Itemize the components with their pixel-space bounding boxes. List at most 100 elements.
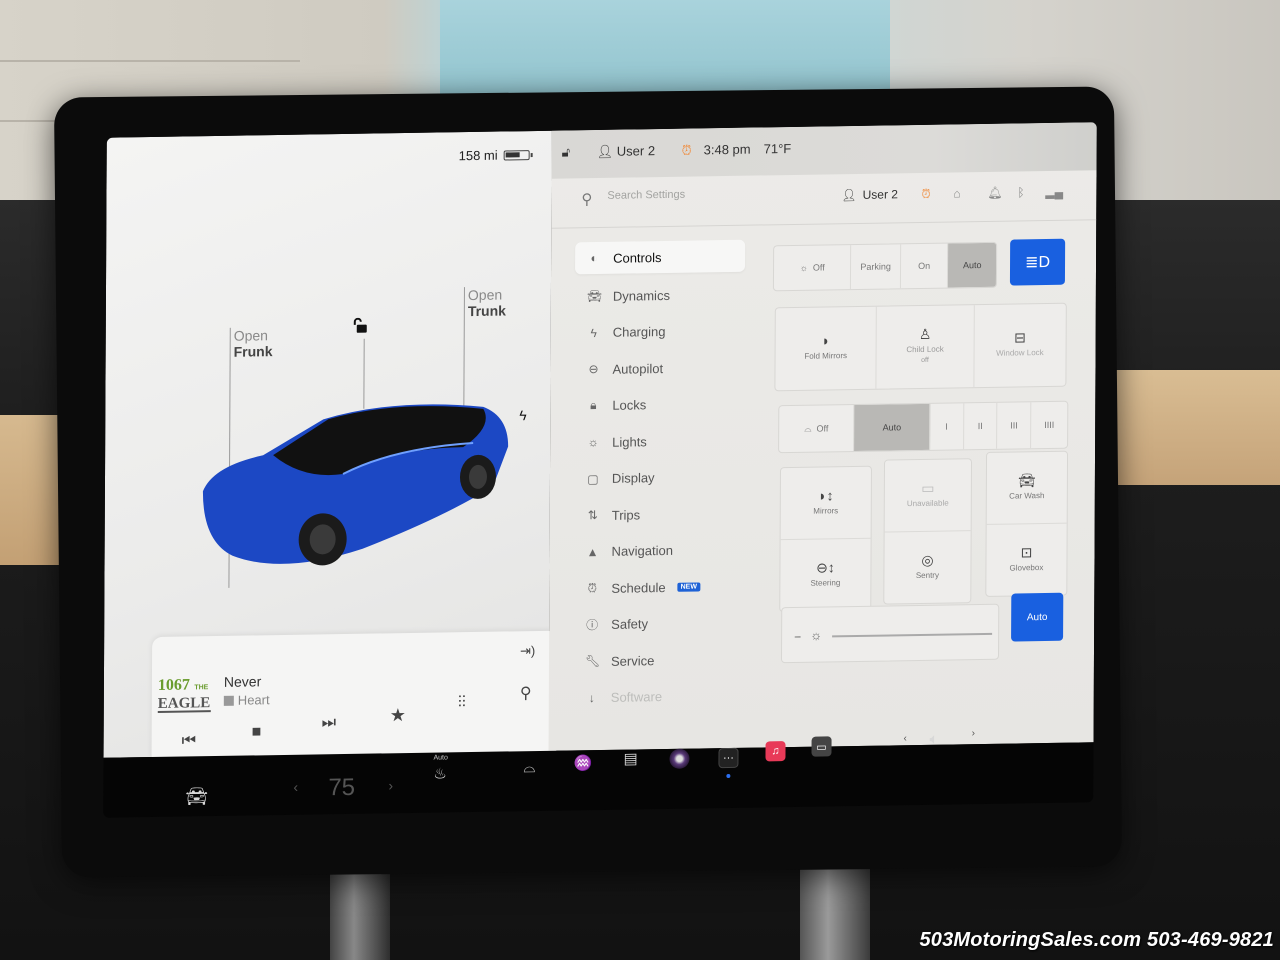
nav-item-schedule[interactable]: ⏰︎ Schedule NEW xyxy=(573,568,743,607)
nav-item-autopilot[interactable]: ⊖ Autopilot xyxy=(574,349,744,388)
car-wash-button[interactable]: 🚘︎ Car Wash xyxy=(986,451,1068,525)
volume-speaker-icon[interactable]: 🔈︎ xyxy=(930,731,939,748)
audio-source-icon[interactable]: ⇥) xyxy=(520,643,535,659)
clock-time: 3:48 pm xyxy=(703,141,751,158)
wipers-speed-3-option[interactable]: III xyxy=(997,402,1032,449)
nav-item-charging[interactable]: ϟ Charging xyxy=(575,312,745,351)
nav-item-safety[interactable]: ⓘ Safety xyxy=(573,604,743,643)
artist-name: Heart xyxy=(237,692,270,708)
alert-circle-icon: ⓘ xyxy=(586,618,599,633)
rear-defrost-icon[interactable]: ▤ xyxy=(623,749,637,767)
headlights-off-option[interactable]: ☼ Off xyxy=(773,245,852,291)
alarm-shield-icon[interactable]: ⏰︎ xyxy=(921,187,930,202)
nav-item-locks[interactable]: 🔒︎ Locks xyxy=(574,385,744,424)
equalizer-button[interactable]: ⫶⫶ xyxy=(458,694,466,712)
previous-track-button[interactable]: ⏮ xyxy=(182,732,196,750)
charge-port-bolt-icon[interactable]: ϟ xyxy=(519,407,527,423)
nav-item-controls[interactable]: ◐ Controls xyxy=(575,239,746,275)
seat-heater-icon[interactable]: ♨ xyxy=(433,764,447,782)
nav-item-navigation[interactable]: ▲ Navigation xyxy=(573,531,743,570)
brightness-sun-icon: ☼ xyxy=(810,627,823,643)
wipers-speed-2-option[interactable]: II xyxy=(963,402,998,450)
notification-bell-icon[interactable]: 🔔︎ xyxy=(987,186,1002,200)
mirrors-adjust-button[interactable]: ◗↕ Mirrors xyxy=(780,466,871,541)
profile-top[interactable]: 👤︎ User 2 xyxy=(597,143,656,160)
wiper-icon: ⌓ xyxy=(804,423,812,434)
adjust-column: ◗↕ Mirrors ⊖↕ Steering xyxy=(779,465,872,613)
favorite-star-button[interactable]: ★ xyxy=(390,705,406,726)
headlights-on-option[interactable]: On xyxy=(900,243,949,289)
bluetooth-icon[interactable]: ᛒ xyxy=(1017,185,1024,199)
nav-item-software[interactable]: ↓ Software xyxy=(573,677,743,716)
cabin-temperature[interactable]: 75 xyxy=(328,774,355,802)
temp-increase-button[interactable]: › xyxy=(388,777,393,793)
garage-home-icon[interactable]: ⌂ xyxy=(953,186,960,200)
more-apps-icon[interactable]: ··· xyxy=(718,747,739,769)
settings-search-input[interactable] xyxy=(607,186,808,202)
alarm-clock-icon: ⏰︎ xyxy=(587,580,598,595)
high-beam-icon: ≣D xyxy=(1025,253,1051,272)
toybox-app-icon[interactable]: ▭ xyxy=(811,736,832,757)
nav-item-dynamics[interactable]: 🚘︎ Dynamics xyxy=(575,276,745,315)
sentry-button[interactable]: ◎ Sentry xyxy=(884,531,970,603)
front-defrost-icon[interactable]: ⌓ xyxy=(523,759,535,776)
brightness-slider[interactable] xyxy=(832,632,993,638)
toggle-icon: ◐ xyxy=(590,251,598,266)
nav-label: Safety xyxy=(611,616,649,633)
window-lock-button[interactable]: ⊟ Window Lock xyxy=(974,304,1066,387)
volume-up-button[interactable]: › xyxy=(972,728,975,739)
open-frunk-button[interactable]: Open Frunk xyxy=(234,327,273,360)
tile-label: Glovebox xyxy=(1009,562,1044,573)
profile-button[interactable]: 👤︎ User 2 xyxy=(841,187,898,202)
glovebox-button[interactable]: ⊡ Glovebox xyxy=(986,524,1066,596)
nav-item-service[interactable]: 🔧︎ Service xyxy=(573,641,743,680)
car-wash-icon: 🚘︎ xyxy=(1017,471,1036,488)
fold-mirrors-button[interactable]: ◗ Fold Mirrors xyxy=(775,306,878,391)
child-lock-button[interactable]: ♙ Child Lock off xyxy=(876,305,975,389)
nav-label: Charging xyxy=(612,324,666,341)
navigation-arrow-icon: ▲ xyxy=(586,544,599,559)
battery-icon xyxy=(503,149,530,161)
headlights-parking-option[interactable]: Parking xyxy=(851,244,902,290)
tile-label: Fold Mirrors xyxy=(804,351,848,361)
open-trunk-button[interactable]: Open Trunk xyxy=(468,286,506,320)
range-indicator: 158 mi xyxy=(459,147,530,163)
auto-high-beam-button[interactable]: ≣D xyxy=(1009,238,1066,286)
temp-decrease-button[interactable]: ‹ xyxy=(293,779,298,795)
steering-adjust-button[interactable]: ⊖↕ Steering xyxy=(780,539,870,611)
wrench-icon: 🔧︎ xyxy=(584,654,601,669)
nav-item-lights[interactable]: ☼ Lights xyxy=(574,422,744,461)
wipers-speed-4-option[interactable]: IIII xyxy=(1031,402,1067,449)
car-icon[interactable]: 🚘︎ xyxy=(185,786,208,807)
camera-app-icon[interactable] xyxy=(669,748,690,769)
frunk-label-line2: Frunk xyxy=(233,343,273,360)
unlocked-padlock-icon[interactable] xyxy=(352,317,368,334)
wipers-speed-1-option[interactable]: I xyxy=(930,403,965,450)
sentry-alarm-icon[interactable]: ⏰︎ xyxy=(682,143,692,159)
station-logo-tag: THE xyxy=(194,684,209,692)
nav-item-trips[interactable]: ⇅ Trips xyxy=(574,495,744,534)
next-track-button[interactable]: ⏭ xyxy=(322,714,336,732)
outside-temperature: 71°F xyxy=(763,140,792,157)
brightness-decrease-button[interactable]: − xyxy=(794,630,801,644)
artist-row: Heart xyxy=(223,692,270,708)
max-defrost-icon[interactable]: ♒ xyxy=(573,754,592,772)
nav-label: Trips xyxy=(611,507,641,523)
wipers-off-option[interactable]: ⌓ Off xyxy=(779,404,855,453)
lock-status-icon[interactable]: 🔓︎ xyxy=(562,144,571,160)
tile-label: Car Wash xyxy=(1009,490,1045,501)
steering-wheel-icon: ⊖ xyxy=(588,362,599,377)
stop-button[interactable]: ■ xyxy=(252,723,262,741)
brightness-auto-button[interactable]: Auto xyxy=(1011,592,1064,642)
volume-down-button[interactable]: ‹ xyxy=(904,733,907,744)
download-icon: ↓ xyxy=(588,690,595,705)
media-search-button[interactable]: ⚲ xyxy=(520,683,532,703)
music-app-icon[interactable]: ♫ xyxy=(765,741,786,762)
nav-item-display[interactable]: ▢ Display xyxy=(574,458,744,497)
nav-label: Lights xyxy=(612,434,647,450)
wood-trim-right xyxy=(1110,370,1280,485)
dashcam-unavailable-button[interactable]: ▭ Unavailable xyxy=(884,459,972,533)
frunk-label-line1: Open xyxy=(233,327,269,344)
wipers-auto-option[interactable]: Auto xyxy=(854,403,931,452)
headlights-auto-option[interactable]: Auto xyxy=(948,242,997,288)
